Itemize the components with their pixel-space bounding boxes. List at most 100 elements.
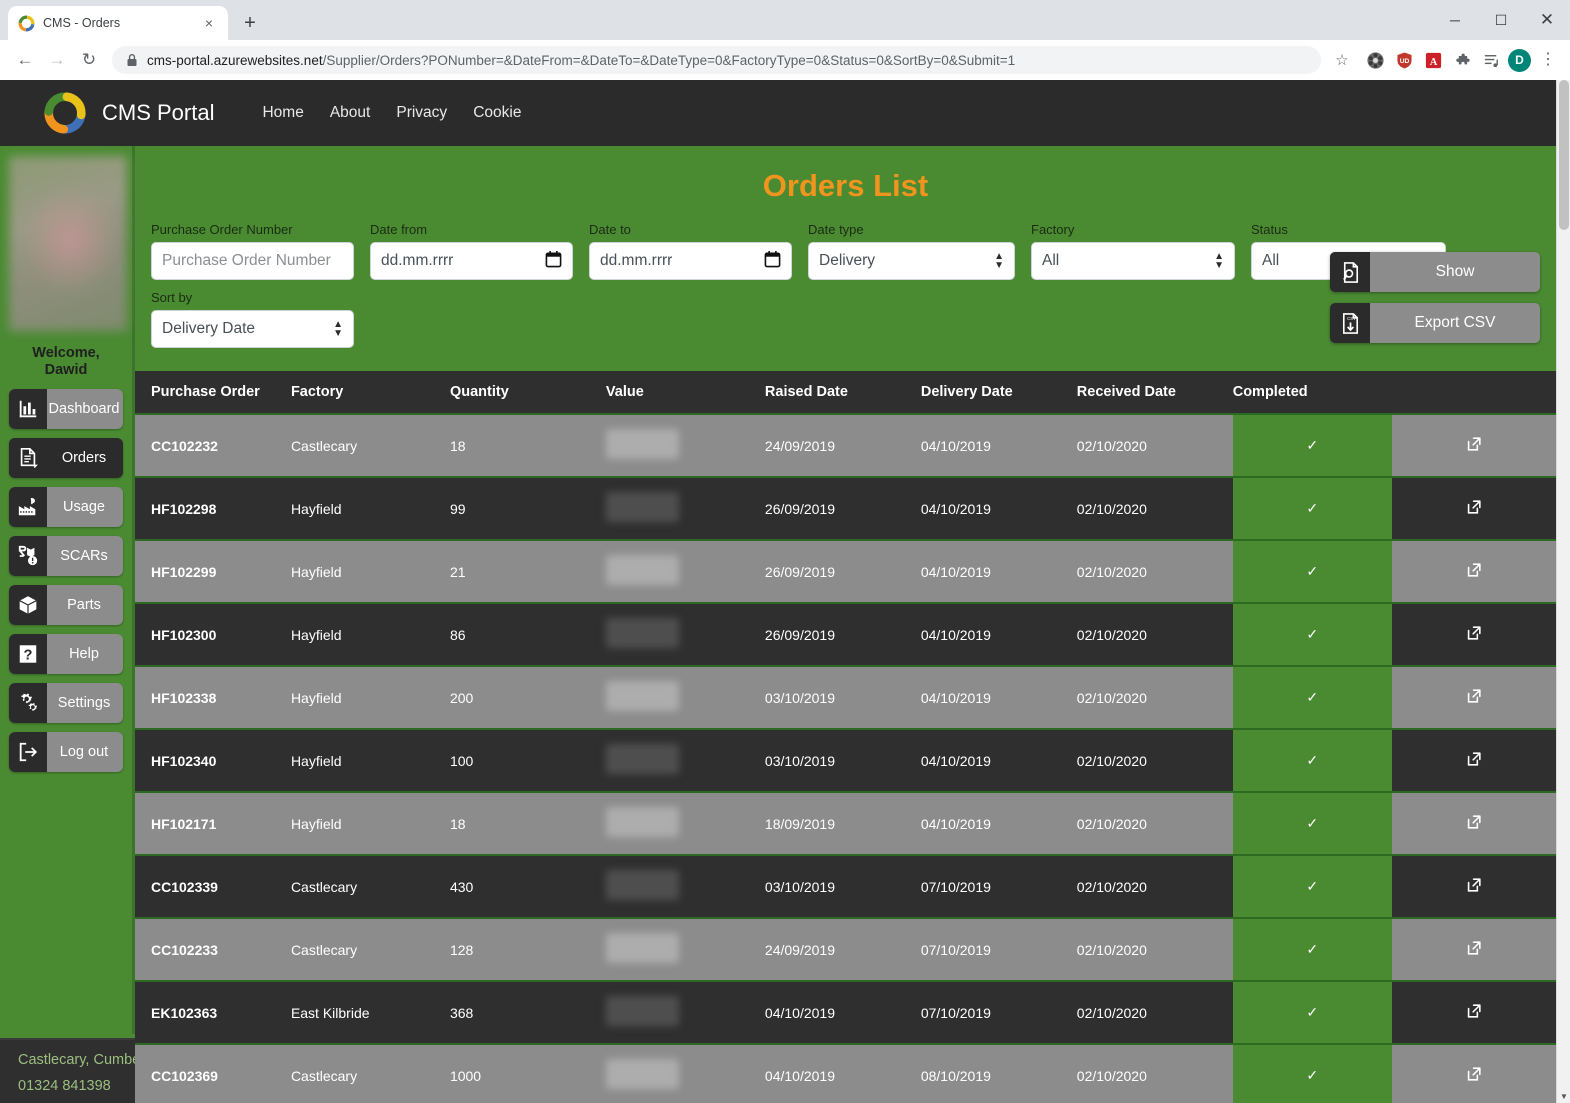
sidebar-item-parts[interactable]: Parts [9, 585, 123, 626]
calendar-icon[interactable] [764, 250, 781, 273]
table-row[interactable]: CC102339 Castlecary 430 03/10/2019 07/10/201… [135, 855, 1556, 919]
date-to-input[interactable]: dd.mm.rrrr [589, 242, 792, 280]
cell-open-action[interactable] [1391, 729, 1556, 793]
open-external-icon[interactable] [1464, 878, 1484, 898]
th-received-date[interactable]: Received Date [1076, 371, 1233, 415]
th-completed[interactable]: Completed [1232, 371, 1392, 415]
cell-received-date: 02/10/2020 [1076, 792, 1233, 856]
table-row[interactable]: CC102233 Castlecary 128 24/09/2019 07/10/201… [135, 918, 1556, 982]
cell-delivery-date: 04/10/2019 [920, 603, 1077, 667]
sidebar-item-orders[interactable]: Orders [9, 438, 123, 479]
profile-avatar[interactable]: D [1508, 48, 1531, 72]
cell-delivery-date: 08/10/2019 [920, 1044, 1077, 1103]
cell-open-action[interactable] [1391, 855, 1556, 919]
film-reel-icon[interactable] [1363, 48, 1387, 72]
open-external-icon[interactable] [1464, 941, 1484, 961]
table-row[interactable]: HF102299 Hayfield 21 26/09/2019 04/10/2019 02… [135, 540, 1556, 604]
cell-open-action[interactable] [1391, 666, 1556, 730]
nav-link-cookie[interactable]: Cookie [473, 104, 521, 122]
date-type-select[interactable]: Delivery ▲ ▼ [808, 242, 1015, 280]
open-external-icon[interactable] [1464, 500, 1484, 520]
cell-raised-date: 26/09/2019 [764, 603, 921, 667]
scroll-down-icon[interactable]: ▼ [1557, 1089, 1570, 1103]
page-scrollbar[interactable]: ▲ ▼ [1556, 80, 1570, 1103]
cell-open-action[interactable] [1391, 981, 1556, 1045]
nav-link-privacy[interactable]: Privacy [396, 104, 447, 122]
tab-close-icon[interactable]: × [200, 14, 218, 32]
cell-value [605, 792, 765, 856]
window-maximize-button[interactable]: ☐ [1478, 0, 1524, 40]
th-purchase-order[interactable]: Purchase Order [135, 371, 291, 415]
open-external-icon[interactable] [1464, 1004, 1484, 1024]
sidebar-item-settings[interactable]: Settings [9, 683, 123, 724]
sidebar-item-dashboard[interactable]: Dashboard [9, 389, 123, 430]
extensions-puzzle-icon[interactable] [1450, 48, 1474, 72]
sidebar-item-usage[interactable]: Usage [9, 487, 123, 528]
cell-open-action[interactable] [1391, 603, 1556, 667]
browser-tab[interactable]: CMS - Orders × [8, 6, 228, 40]
th-delivery-date[interactable]: Delivery Date [920, 371, 1077, 415]
table-row[interactable]: HF102171 Hayfield 18 18/09/2019 04/10/2019 02… [135, 792, 1556, 856]
label-sort-by: Sort by [151, 290, 193, 305]
show-button[interactable]: Show [1330, 252, 1540, 292]
calendar-icon[interactable] [545, 250, 562, 273]
purchase-order-input[interactable]: Purchase Order Number [151, 242, 354, 280]
brand[interactable]: CMS Portal [42, 90, 214, 136]
bookmark-star-icon[interactable]: ☆ [1329, 47, 1355, 73]
table-row[interactable]: EK102363 East Kilbride 368 04/10/2019 07/10/… [135, 981, 1556, 1045]
cell-open-action[interactable] [1391, 1044, 1556, 1103]
ublock-shield-icon[interactable]: UD [1392, 48, 1416, 72]
open-external-icon[interactable] [1464, 815, 1484, 835]
cell-purchase-order: HF102171 [135, 792, 291, 856]
scrollbar-thumb[interactable] [1559, 80, 1569, 230]
open-external-icon[interactable] [1464, 437, 1484, 457]
reload-icon[interactable]: ↻ [74, 45, 104, 75]
open-external-icon[interactable] [1464, 752, 1484, 772]
table-row[interactable]: CC102232 Castlecary 18 24/09/2019 04/10/2019… [135, 414, 1556, 478]
table-row[interactable]: HF102300 Hayfield 86 26/09/2019 04/10/2019 02… [135, 603, 1556, 667]
status-value: All [1262, 252, 1280, 269]
table-row[interactable]: CC102369 Castlecary 1000 04/10/2019 08/10/20… [135, 1044, 1556, 1103]
cell-open-action[interactable] [1391, 540, 1556, 604]
cell-open-action[interactable] [1391, 477, 1556, 541]
th-value[interactable]: Value [605, 371, 765, 415]
open-external-icon[interactable] [1464, 626, 1484, 646]
cell-purchase-order: HF102300 [135, 603, 291, 667]
redacted-value [605, 1059, 679, 1089]
window-close-button[interactable]: ✕ [1524, 0, 1570, 40]
nav-link-about[interactable]: About [330, 104, 371, 122]
table-row[interactable]: HF102338 Hayfield 200 03/10/2019 04/10/2019 0… [135, 666, 1556, 730]
sidebar-item-logout[interactable]: Log out [9, 732, 123, 773]
back-icon[interactable]: ← [10, 45, 40, 75]
sidebar-label-orders: Orders [61, 450, 107, 467]
open-external-icon[interactable] [1464, 563, 1484, 583]
th-quantity[interactable]: Quantity [449, 371, 606, 415]
cell-open-action[interactable] [1391, 918, 1556, 982]
table-row[interactable]: HF102298 Hayfield 99 26/09/2019 04/10/2019 02… [135, 477, 1556, 541]
factory-select[interactable]: All ▲ ▼ [1031, 242, 1235, 280]
address-bar[interactable]: cms-portal.azurewebsites.net/Supplier/Or… [112, 46, 1321, 74]
new-tab-button[interactable]: + [236, 9, 264, 37]
window-minimize-button[interactable]: ─ [1432, 0, 1478, 40]
orders-table-body: CC102232 Castlecary 18 24/09/2019 04/10/2019… [135, 414, 1556, 1103]
nav-link-home[interactable]: Home [262, 104, 303, 122]
th-factory[interactable]: Factory [290, 371, 450, 415]
browser-menu-icon[interactable]: ⋮ [1536, 52, 1560, 68]
document-arrow-icon [9, 438, 47, 479]
sidebar-item-scars[interactable]: SCARs [9, 536, 123, 577]
open-external-icon[interactable] [1464, 689, 1484, 709]
open-external-icon[interactable] [1464, 1067, 1484, 1087]
reading-list-icon[interactable] [1479, 48, 1503, 72]
cell-open-action[interactable] [1391, 414, 1556, 478]
th-raised-date[interactable]: Raised Date [764, 371, 921, 415]
table-row[interactable]: HF102340 Hayfield 100 03/10/2019 04/10/2019 0… [135, 729, 1556, 793]
sidebar-item-help[interactable]: ? Help [9, 634, 123, 675]
cell-quantity: 18 [449, 414, 606, 478]
forward-icon[interactable]: → [42, 45, 72, 75]
adobe-acrobat-icon[interactable]: A [1421, 48, 1445, 72]
date-from-input[interactable]: dd.mm.rrrr [370, 242, 573, 280]
sort-by-select[interactable]: Delivery Date ▲ ▼ [151, 310, 354, 348]
cell-factory: Castlecary [290, 414, 450, 478]
cell-open-action[interactable] [1391, 792, 1556, 856]
export-csv-button[interactable]: CSV Export CSV [1330, 303, 1540, 343]
